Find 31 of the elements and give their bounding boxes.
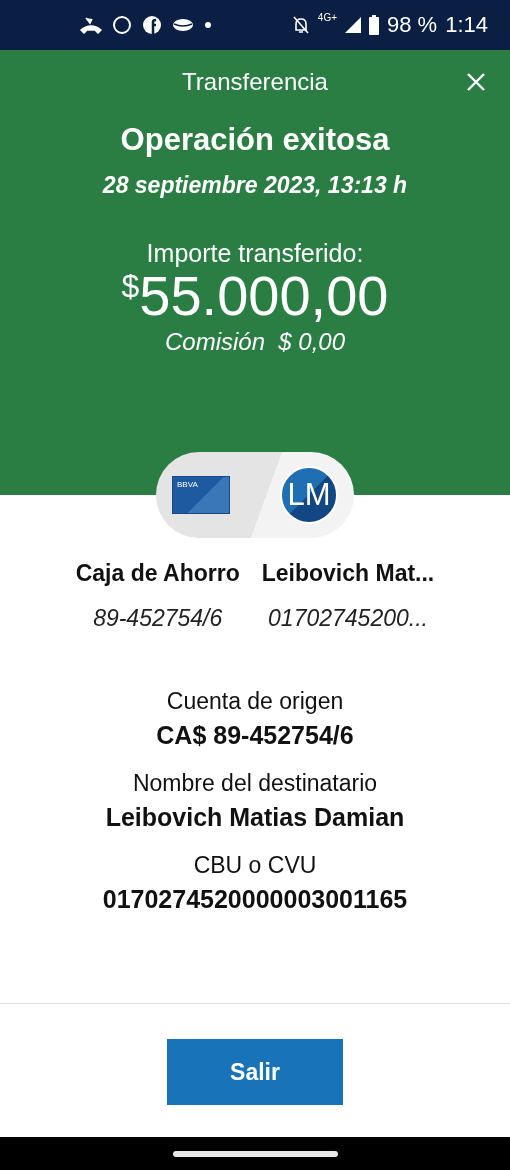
success-heading: Operación exitosa <box>120 122 390 158</box>
screen-title: Transferencia <box>182 68 328 96</box>
missed-call-icon <box>80 16 102 34</box>
exit-button[interactable]: Salir <box>167 1039 343 1105</box>
clock: 1:14 <box>445 12 488 38</box>
network-label: 4G+ <box>317 12 337 23</box>
mute-icon <box>291 15 310 35</box>
detail-label: Cuenta de origen <box>166 688 344 715</box>
currency-symbol: $ <box>121 270 140 302</box>
detail-value: CA$ 89-452754/6 <box>156 721 354 750</box>
initials-avatar: LM <box>280 466 338 524</box>
battery-icon <box>369 15 379 35</box>
origin-account-name: Caja de Ahorro <box>75 560 240 587</box>
detail-label: Nombre del destinatario <box>132 770 378 797</box>
recipient-name: Leibovich Mat... <box>261 560 435 587</box>
bank-card-icon: BBVA <box>172 476 230 514</box>
social-icon <box>142 15 162 35</box>
detail-value: Leibovich Matias Damian <box>105 803 405 832</box>
dot-icon <box>204 21 212 29</box>
detail-value: 0170274520000003001165 <box>102 885 408 914</box>
battery-level: 98 % <box>387 12 438 38</box>
operation-date: 28 septiembre 2023, 13:13 h <box>102 172 408 199</box>
amount-label: Importe transferido: <box>146 239 364 268</box>
commission-text: Comisión $ 0,00 <box>164 328 346 356</box>
recipient-account-number: 01702745200... <box>267 605 429 632</box>
origin-account-number: 89-452754/6 <box>92 605 224 632</box>
signal-icon <box>345 17 361 33</box>
home-handle[interactable] <box>172 1150 338 1157</box>
amount-value: 55.000,00 <box>139 268 389 324</box>
detail-label: CBU o CVU <box>193 852 317 879</box>
close-icon[interactable] <box>466 72 486 92</box>
